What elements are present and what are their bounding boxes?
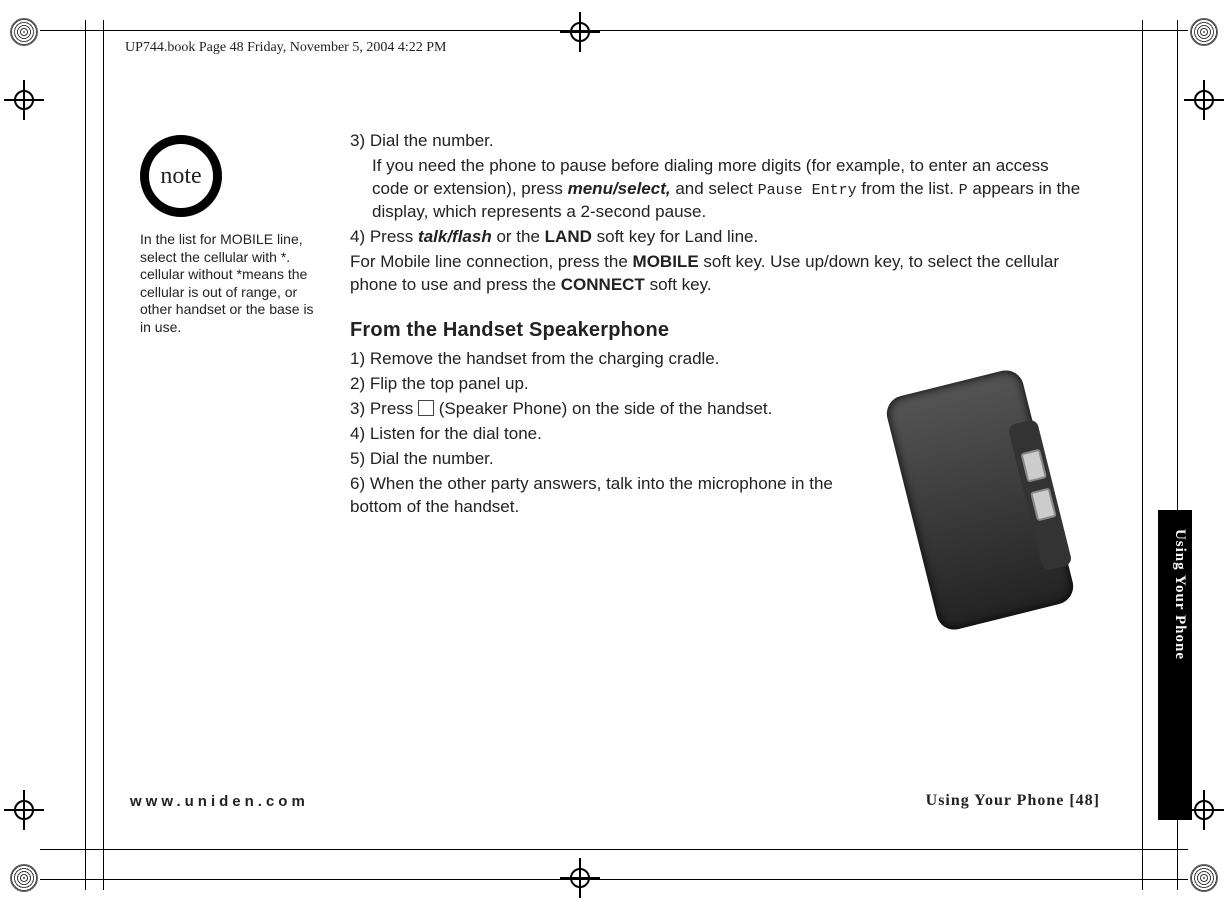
handset-illustration [870,360,1100,650]
text: and select [675,179,757,198]
frame-line [40,849,1188,850]
frame-line [40,879,1188,880]
talk-flash-key: talk/flash [418,227,492,246]
note-icon-label: note [140,135,222,217]
registration-mark-bottom [560,858,600,898]
note-text: In the list for MOBILE line, select the … [140,231,320,336]
connect-softkey: CONNECT [561,275,645,294]
step-4: 4) Press talk/flash or the LAND soft key… [350,226,1090,249]
pause-entry-option: Pause Entry [758,182,857,199]
speaker-phone-icon [418,400,434,416]
main-column: 3) Dial the number. If you need the phon… [350,130,1090,520]
frame-line [103,20,104,890]
frame-line [1142,20,1143,890]
crop-mark-top-right [1190,18,1218,46]
text: from the list. [861,179,958,198]
registration-mark-left [4,80,44,120]
p-indicator: P [959,182,968,199]
spk-step-3: 3) Press (Speaker Phone) on the side of … [350,398,870,421]
text: soft key. [650,275,712,294]
spk-step-4: 4) Listen for the dial tone. [350,423,870,446]
registration-mark-top [560,12,600,52]
land-softkey: LAND [545,227,592,246]
registration-mark-left-bottom [4,790,44,830]
text: (Speaker Phone) on the side of the hands… [439,399,773,418]
text: soft key for Land line. [597,227,759,246]
text: or the [496,227,544,246]
spk-step-1: 1) Remove the handset from the charging … [350,348,870,371]
text: 3) Press [350,399,418,418]
spk-step-5: 5) Dial the number. [350,448,870,471]
footer-page-label: Using Your Phone [48] [926,792,1100,810]
footer-url: www.uniden.com [130,793,309,810]
text: For Mobile line connection, press the [350,252,633,271]
mobile-softkey: MOBILE [633,252,699,271]
section-heading: From the Handset Speakerphone [350,319,1090,342]
mobile-line-note: For Mobile line connection, press the MO… [350,251,1090,297]
note-icon: note [140,135,222,217]
frame-line [85,20,86,890]
spk-step-6: 6) When the other party answers, talk in… [350,473,870,519]
frame-line [40,30,1188,31]
crop-mark-top-left [10,18,38,46]
crop-mark-bottom-right [1190,864,1218,892]
step-3-lead: 3) Dial the number. [350,130,1090,153]
page-body: note In the list for MOBILE line, select… [130,120,1100,820]
menu-select-key: menu/select, [568,179,671,198]
registration-mark-right [1184,80,1224,120]
crop-mark-bottom-left [10,864,38,892]
running-head: UP744.book Page 48 Friday, November 5, 2… [125,40,446,56]
spk-step-2: 2) Flip the top panel up. [350,373,870,396]
sidebar-note: note In the list for MOBILE line, select… [140,135,320,336]
text: 4) Press [350,227,418,246]
section-tab-label: Using Your Phone [1171,529,1188,660]
step-3-body: If you need the phone to pause before di… [350,155,1090,224]
